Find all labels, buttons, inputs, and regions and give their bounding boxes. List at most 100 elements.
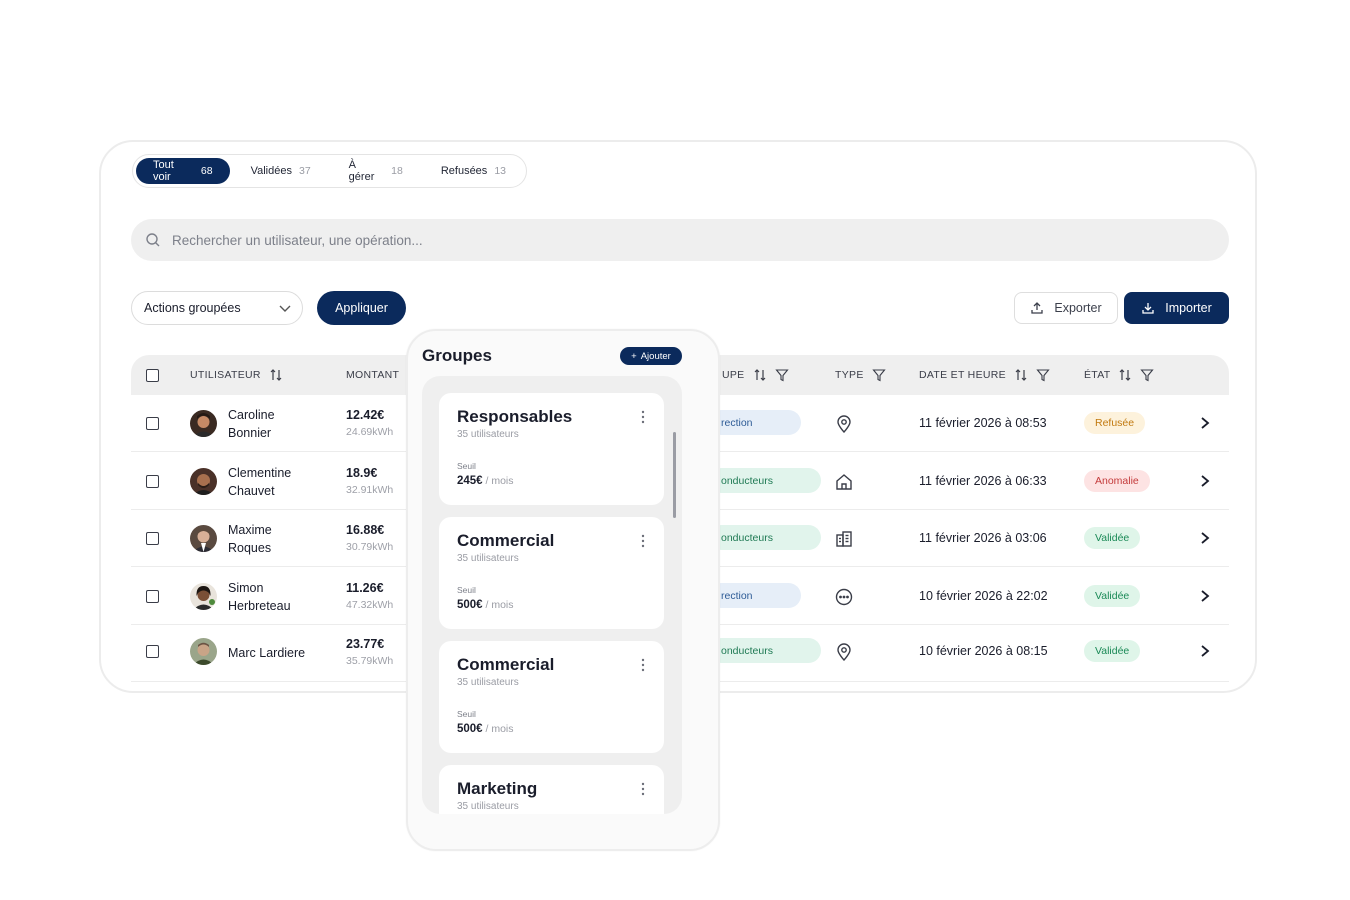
tab-validated[interactable]: Validées 37 [234, 158, 328, 184]
chevron-right-icon[interactable] [1198, 416, 1212, 430]
status-tabs: Tout voir 68 Validées 37 À gérer 18 Refu… [132, 154, 527, 188]
threshold-amount: 245€ [457, 475, 483, 487]
filter-icon[interactable] [774, 368, 789, 382]
threshold-amount: 500€ [457, 599, 483, 611]
bulk-actions-select[interactable]: Actions groupées [131, 291, 303, 325]
home-icon [836, 474, 852, 490]
tab-all[interactable]: Tout voir 68 [136, 158, 230, 184]
amount: 16.88€ [346, 523, 385, 537]
user-name: Clementine Chauvet [228, 466, 292, 498]
chevron-right-icon[interactable] [1198, 531, 1212, 545]
tab-to-manage[interactable]: À gérer 18 [332, 158, 420, 184]
sort-icon[interactable] [1014, 368, 1028, 382]
header-type-label: TYPE [835, 369, 864, 381]
location-pin-icon [837, 643, 851, 662]
group-badge: rection [709, 410, 801, 435]
sort-icon[interactable] [753, 368, 767, 382]
row-checkbox[interactable] [146, 417, 159, 430]
amount: 18.9€ [346, 466, 378, 480]
tab-refused[interactable]: Refusées 13 [424, 158, 523, 184]
tab-label: Tout voir [153, 159, 174, 183]
energy-kwh: 30.79kWh [346, 541, 394, 553]
apply-button[interactable]: Appliquer [317, 291, 406, 325]
header-type[interactable]: TYPE [835, 355, 886, 395]
chevron-right-icon[interactable] [1198, 474, 1212, 488]
sort-icon[interactable] [1118, 368, 1132, 382]
kebab-menu-icon[interactable] [638, 781, 648, 797]
page: Tout voir 68 Validées 37 À gérer 18 Refu… [0, 0, 1350, 900]
search-icon [146, 233, 160, 247]
row-checkbox[interactable] [146, 475, 159, 488]
scrollbar[interactable] [673, 432, 676, 518]
date-time: 10 février 2026 à 22:02 [919, 589, 1048, 603]
header-amount[interactable]: MONTANT [346, 355, 399, 395]
avatar [190, 410, 217, 437]
tab-count: 68 [200, 165, 213, 177]
group-card[interactable]: Marketing 35 utilisateurs [439, 765, 664, 814]
threshold-amount: 500€ [457, 723, 483, 735]
group-badge: onducteurs [709, 525, 821, 550]
amount: 11.26€ [346, 581, 384, 595]
more-circle-icon [835, 588, 853, 606]
group-card[interactable]: Commercial 35 utilisateurs Seuil 500€ / … [439, 517, 664, 629]
group-card[interactable]: Responsables 35 utilisateurs Seuil 245€ … [439, 393, 664, 505]
threshold-value: 500€ / mois [457, 723, 514, 735]
group-badge: onducteurs [709, 468, 821, 493]
kebab-menu-icon[interactable] [638, 657, 648, 673]
tab-label: Refusées [440, 165, 488, 177]
user-name: Maxime Roques [228, 523, 272, 555]
date-time: 10 février 2026 à 08:15 [919, 644, 1048, 658]
threshold-label: Seuil [457, 461, 476, 471]
filter-icon[interactable] [871, 368, 886, 382]
avatar [190, 638, 217, 665]
select-all-checkbox[interactable] [146, 368, 159, 382]
energy-kwh: 32.91kWh [346, 484, 394, 496]
row-checkbox[interactable] [146, 532, 159, 545]
header-user[interactable]: UTILISATEUR [190, 355, 283, 395]
chevron-right-icon[interactable] [1198, 589, 1212, 603]
chevron-right-icon[interactable] [1198, 644, 1212, 658]
import-button[interactable]: Importer [1124, 292, 1229, 324]
group-badge: onducteurs [709, 638, 821, 663]
filter-icon[interactable] [1140, 368, 1155, 382]
kebab-menu-icon[interactable] [638, 409, 648, 425]
header-state[interactable]: ÉTAT [1084, 355, 1155, 395]
kebab-menu-icon[interactable] [638, 533, 648, 549]
energy-kwh: 47.32kWh [346, 599, 394, 611]
group-user-count: 35 utilisateurs [457, 553, 519, 564]
export-button[interactable]: Exporter [1014, 292, 1118, 324]
status-badge: Anomalie [1084, 470, 1150, 492]
filter-icon[interactable] [1036, 368, 1050, 382]
groups-panel: Groupes + Ajouter Responsables 35 utilis… [406, 329, 720, 851]
date-time: 11 février 2026 à 03:06 [919, 531, 1047, 545]
search-bar [131, 219, 1229, 261]
search-input[interactable] [172, 232, 1072, 248]
add-group-button[interactable]: + Ajouter [620, 347, 682, 365]
chevron-down-icon [279, 305, 291, 312]
threshold-label: Seuil [457, 585, 476, 595]
tab-count: 18 [391, 165, 403, 177]
threshold-period: / mois [482, 723, 514, 735]
location-pin-icon [837, 415, 851, 434]
header-amount-label: MONTANT [346, 369, 400, 381]
groups-list[interactable]: Responsables 35 utilisateurs Seuil 245€ … [422, 376, 682, 814]
avatar [190, 468, 217, 495]
threshold-value: 245€ / mois [457, 475, 514, 487]
avatar [190, 525, 217, 552]
group-user-count: 35 utilisateurs [457, 429, 519, 440]
threshold-period: / mois [482, 599, 514, 611]
header-group[interactable]: UPE [722, 355, 789, 395]
sort-icon[interactable] [269, 368, 283, 382]
header-date[interactable]: DATE ET HEURE [919, 355, 1050, 395]
group-user-count: 35 utilisateurs [457, 801, 519, 812]
row-checkbox[interactable] [146, 590, 159, 603]
row-checkbox[interactable] [146, 645, 159, 658]
tab-label: Validées [250, 165, 292, 177]
user-name: Simon Herbreteau [228, 581, 291, 613]
group-card[interactable]: Commercial 35 utilisateurs Seuil 500€ / … [439, 641, 664, 753]
export-label: Exporter [1054, 301, 1102, 315]
select-all-cell [146, 355, 159, 395]
header-state-label: ÉTAT [1084, 369, 1111, 381]
energy-kwh: 24.69kWh [346, 426, 394, 438]
add-group-label: Ajouter [640, 350, 671, 362]
